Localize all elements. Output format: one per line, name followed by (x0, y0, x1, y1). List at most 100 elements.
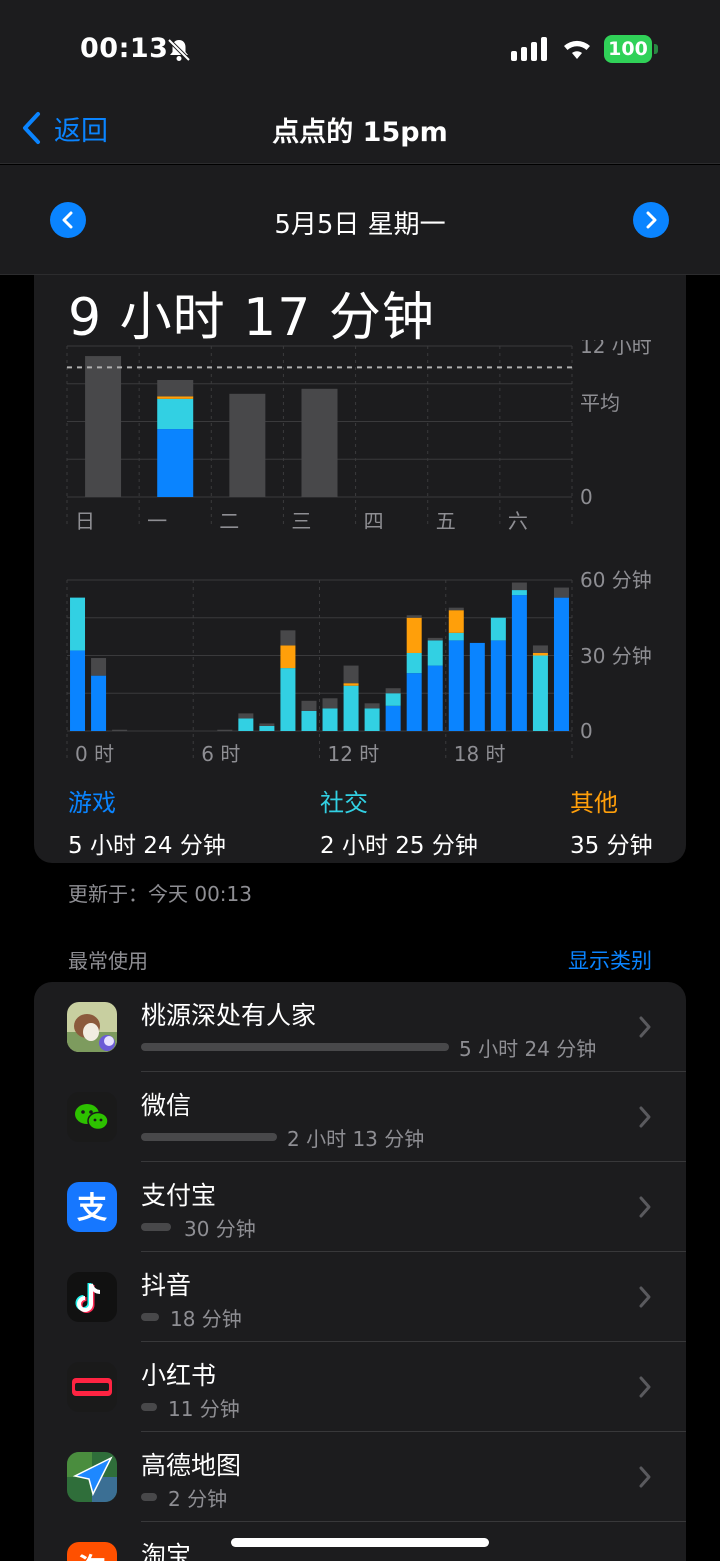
hour-bar-segment (532, 645, 548, 653)
hour-bar-segment (406, 615, 422, 618)
hour-bar-segment (469, 642, 485, 731)
app-row-amap[interactable]: 高德地图 2 分钟 (34, 1432, 686, 1522)
app-row-xiaohongshu[interactable]: 小红书 11 分钟 (34, 1342, 686, 1432)
category-game-time: 5 小时 24 分钟 (68, 833, 226, 859)
nav-bar: 返回 点点的 15pm (0, 100, 720, 164)
douyin-icon (67, 1272, 117, 1322)
hour-bar-segment (217, 729, 233, 731)
hour-bar-segment (238, 718, 254, 731)
week-day-label: 二 (219, 509, 239, 533)
week-bar-segment (157, 379, 194, 397)
app-duration: 18 分钟 (170, 1307, 242, 1331)
most-used-header: 最常使用 (68, 949, 148, 973)
app-row-peach-garden[interactable]: 桃源深处有人家 5 小时 24 分钟 (34, 982, 686, 1072)
hour-bar-segment (343, 665, 359, 684)
hour-bar-segment (280, 645, 296, 669)
hour-bar-segment (301, 700, 317, 711)
category-game-name: 游戏 (68, 789, 116, 817)
next-day-button[interactable] (633, 202, 669, 238)
week-day-label: 六 (508, 509, 528, 533)
battery-indicator: 100 (604, 35, 658, 63)
week-day-label: 一 (147, 509, 167, 533)
hour-bar-segment (112, 729, 128, 731)
category-social-name: 社交 (320, 789, 368, 817)
hour-bar-segment (406, 617, 422, 653)
hour-bar-segment (532, 655, 548, 731)
category-social-time: 2 小时 25 分钟 (320, 833, 478, 859)
chevron-right-icon (639, 1466, 651, 1488)
hourly-usage-chart: 60 分钟 30 分钟 0 0 时 6 时 12 时 18 时 (66, 570, 652, 766)
app-usage-bar (141, 1223, 171, 1231)
svg-text:支: 支 (77, 1191, 107, 1226)
xiaohongshu-icon (67, 1362, 117, 1412)
battery-tip (654, 44, 658, 54)
hour-bar-segment (364, 708, 380, 731)
app-usage-bar (141, 1313, 159, 1321)
app-name: 微信 (141, 1091, 192, 1120)
week-bar-segment (301, 388, 338, 497)
hour-bar-segment (91, 675, 107, 731)
hour-x-label: 0 时 (75, 742, 114, 766)
category-other: 其他 35 分钟 (570, 783, 653, 860)
app-name: 桃源深处有人家 (141, 1001, 317, 1030)
date-switcher: 5月5日 星期一 (0, 165, 720, 275)
week-bar-segment (157, 396, 194, 399)
week-bar-segment (229, 393, 266, 497)
week-y-max-label: 12 小时 (580, 340, 652, 358)
cellular-signal-icon (511, 37, 547, 61)
hour-bar-segment (385, 688, 401, 694)
status-time: 00:13 (80, 33, 169, 64)
app-usage-bar (141, 1133, 277, 1141)
app-duration: 2 分钟 (168, 1487, 228, 1511)
hour-bar-segment (427, 640, 443, 666)
hour-bar-segment (70, 650, 86, 731)
total-screen-time: 9 小时 17 分钟 (68, 288, 435, 348)
hour-x-label: 18 时 (454, 742, 506, 766)
hour-bar-segment (448, 610, 464, 633)
hour-bar-segment (238, 713, 254, 719)
week-bar-segment (85, 356, 122, 497)
chevron-right-icon (639, 1196, 651, 1218)
hour-x-label: 12 时 (328, 742, 380, 766)
app-duration: 30 分钟 (184, 1217, 256, 1241)
app-name: 支付宝 (141, 1181, 217, 1210)
hour-bar-segment (280, 630, 296, 646)
hour-bar-segment (322, 698, 338, 709)
week-day-label: 五 (436, 509, 456, 533)
hour-bar-segment (490, 617, 506, 641)
hour-bar-segment (448, 607, 464, 611)
week-day-label: 三 (291, 509, 311, 533)
hour-bar-segment (385, 693, 401, 706)
show-categories-link[interactable]: 显示类别 (568, 945, 652, 975)
app-name: 高德地图 (141, 1451, 242, 1480)
bell-slash-icon (167, 38, 191, 62)
category-social: 社交 2 小时 25 分钟 (320, 783, 478, 860)
category-other-time: 35 分钟 (570, 833, 653, 859)
app-row-alipay[interactable]: 支 支付宝 30 分钟 (34, 1162, 686, 1252)
hour-bar-segment (553, 587, 569, 598)
hour-bar-segment (385, 705, 401, 731)
page-title: 点点的 15pm (272, 117, 448, 148)
updated-timestamp: 更新于：今天 00:13 (68, 882, 252, 906)
hour-bar-segment (343, 683, 359, 686)
category-other-name: 其他 (570, 789, 618, 817)
hour-bar-segment (511, 590, 527, 596)
hour-bar-segment (280, 668, 296, 731)
peach-garden-icon (67, 1002, 117, 1052)
hour-bar-segment (322, 708, 338, 731)
app-name: 抖音 (141, 1271, 192, 1300)
app-row-douyin[interactable]: 抖音 18 分钟 (34, 1252, 686, 1342)
app-duration: 11 分钟 (168, 1397, 240, 1421)
hour-bar-segment (259, 725, 275, 731)
hour-x-label: 6 时 (201, 742, 240, 766)
hour-bar-segment (406, 673, 422, 731)
app-duration: 5 小时 24 分钟 (459, 1037, 597, 1061)
wifi-icon (564, 40, 590, 59)
battery-level: 100 (604, 35, 652, 63)
app-row-wechat[interactable]: 微信 2 小时 13 分钟 (34, 1072, 686, 1162)
date-label: 5月5日 星期一 (274, 210, 446, 240)
hour-bar-segment (553, 597, 569, 731)
hour-bar-segment (406, 652, 422, 674)
app-usage-bar (141, 1403, 157, 1411)
wechat-icon (67, 1092, 117, 1142)
